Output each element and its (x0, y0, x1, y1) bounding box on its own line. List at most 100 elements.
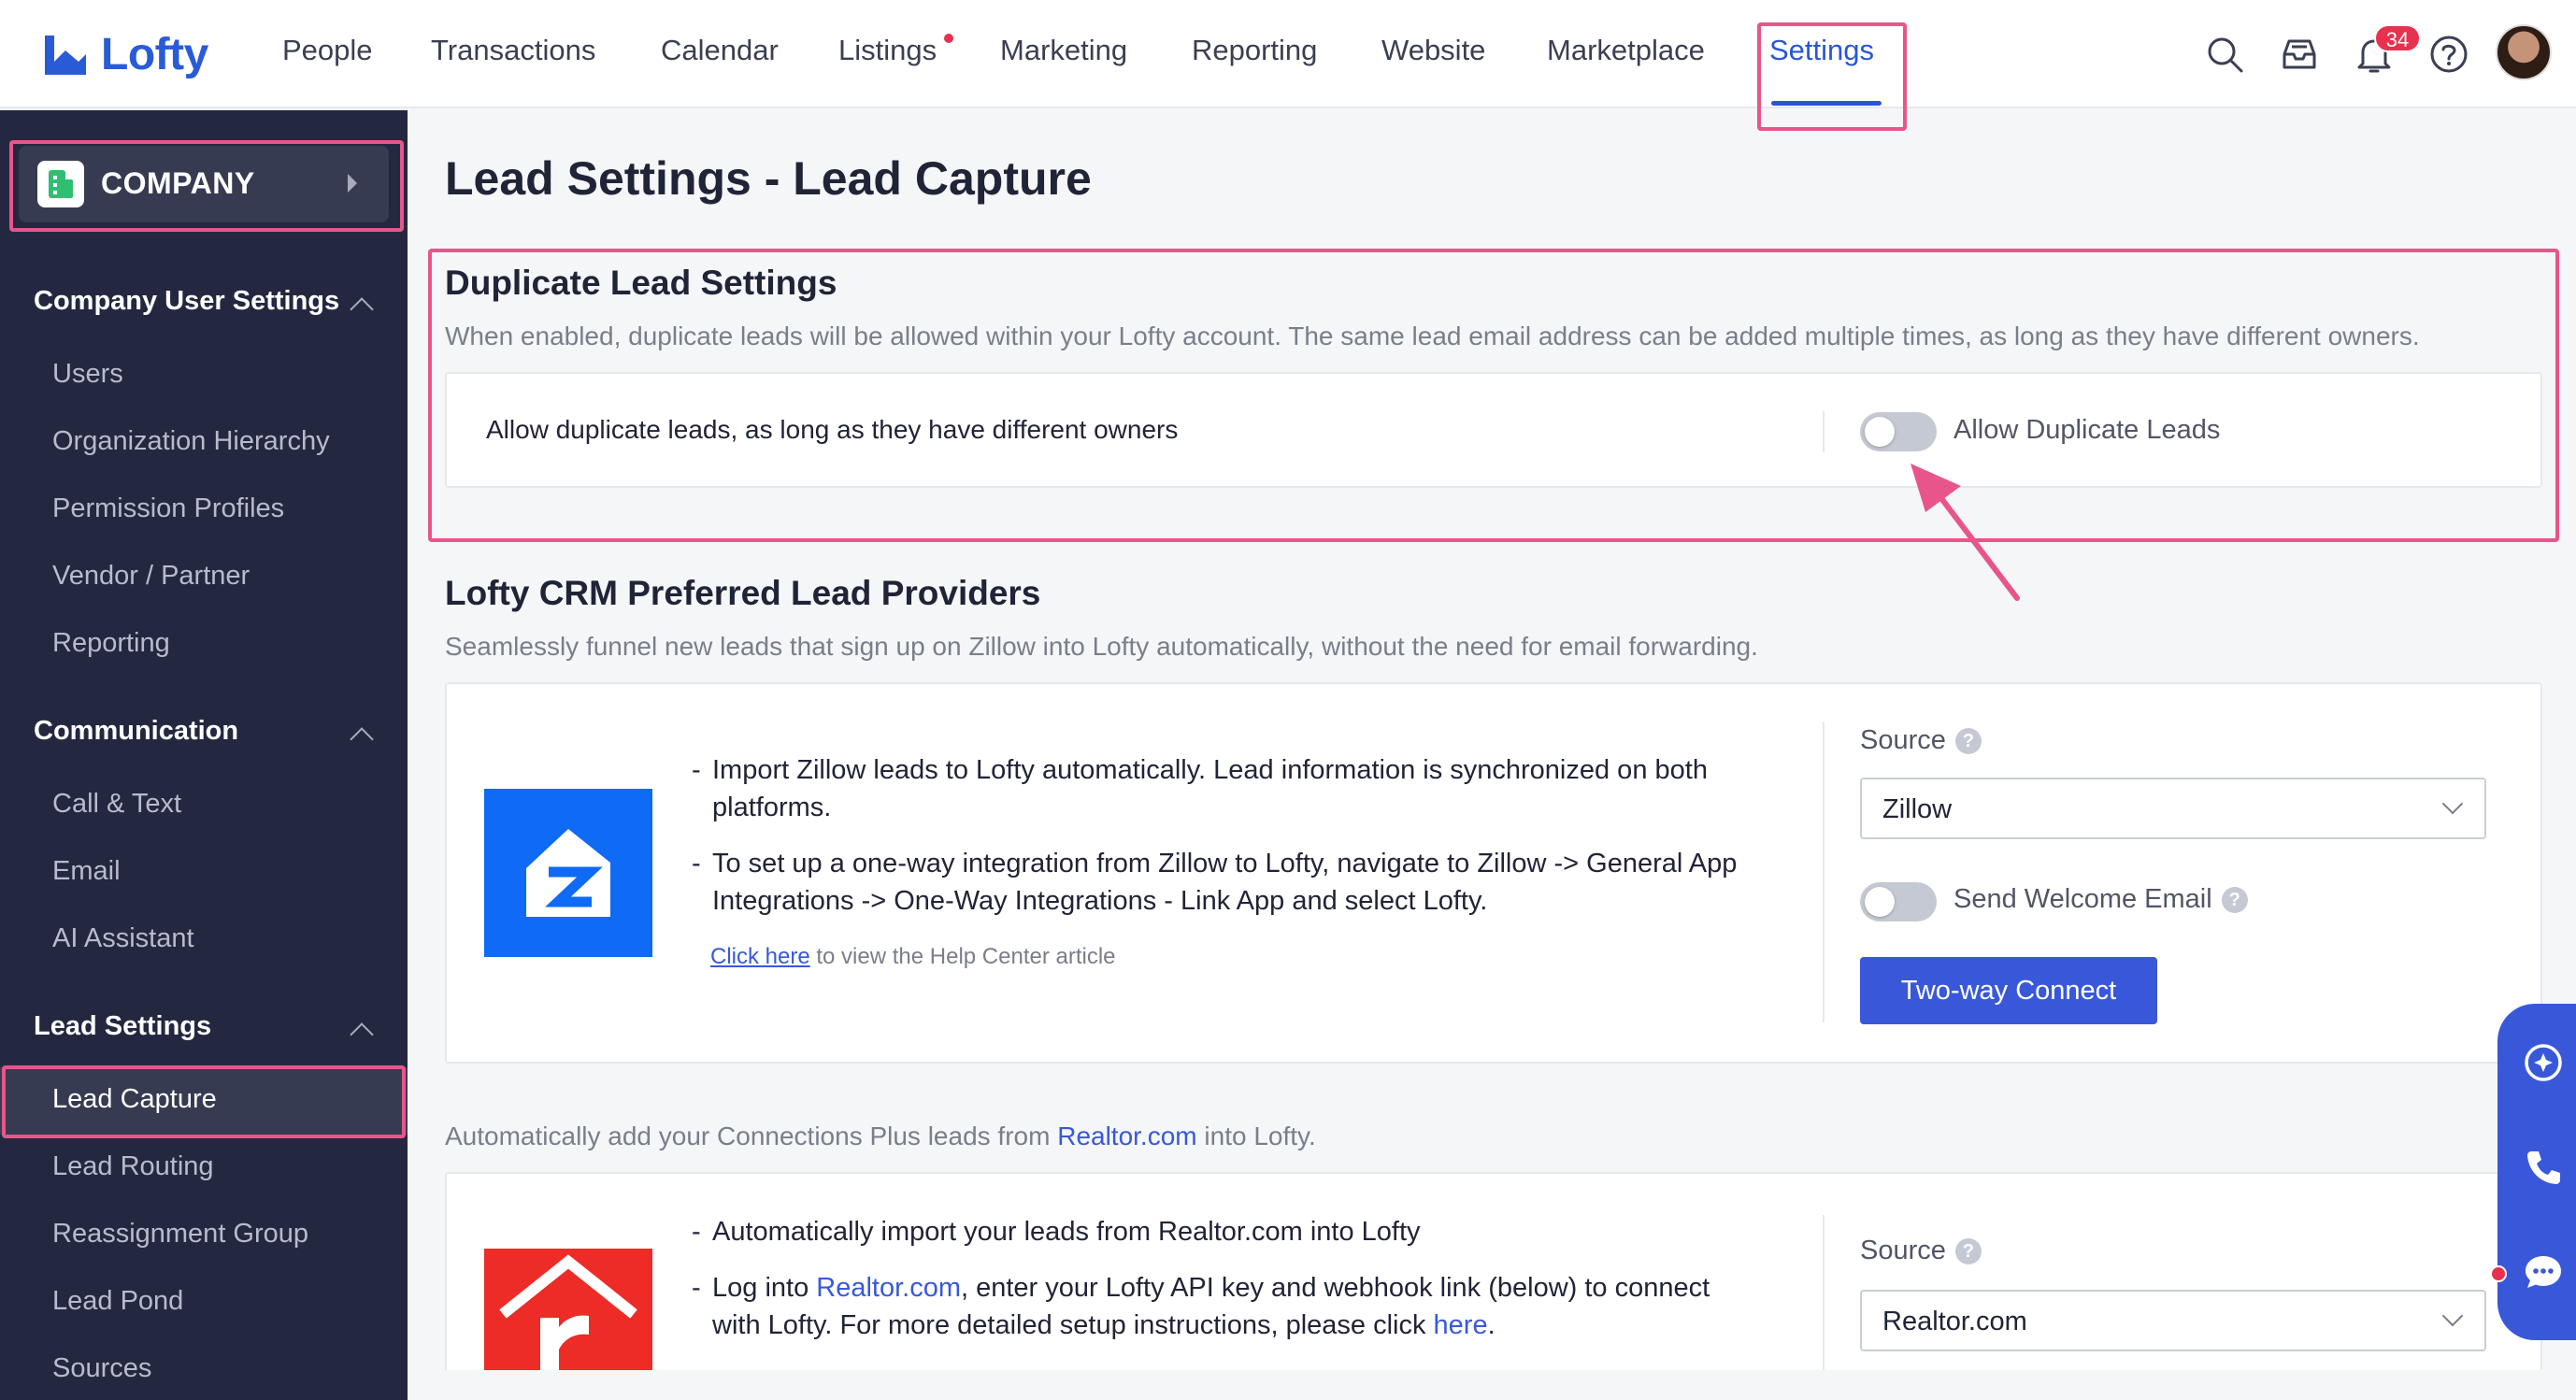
providers-description: Seamlessly funnel new leads that sign up… (445, 632, 1758, 661)
question-circle-icon[interactable]: ? (2221, 887, 2248, 914)
duplicate-settings-title: Duplicate Lead Settings (445, 264, 837, 302)
annotation-arrow (1911, 464, 2020, 601)
realtor-bullet-2-mid: , enter your Lofty API key and webhook l… (961, 1273, 1710, 1303)
realtor-logo (484, 1249, 652, 1370)
realtor-bullet-2-line2: with Lofty. For more detailed setup inst… (712, 1307, 1496, 1344)
chevron-up-icon[interactable] (350, 727, 374, 751)
chevron-up-icon[interactable] (350, 1022, 374, 1047)
zillow-help-line: Click here to view the Help Center artic… (710, 944, 1116, 970)
search-icon[interactable] (2204, 34, 2245, 75)
question-circle-icon[interactable]: ? (1954, 728, 1982, 755)
zillow-help-suffix: to view the Help Center article (816, 944, 1116, 969)
question-circle-icon[interactable]: ? (1954, 1238, 1982, 1265)
realtor-provider-card: - Automatically import your leads from R… (445, 1172, 2542, 1400)
zillow-provider-card: - Import Zillow leads to Lofty automatic… (445, 682, 2542, 1064)
chat-icon[interactable] (2520, 1249, 2567, 1295)
zillow-bullet-2: To set up a one-way integration from Zil… (712, 849, 1738, 916)
nav-listings[interactable]: Listings (838, 34, 937, 67)
settings-sidebar: COMPANY Company User Settings Users Orga… (0, 110, 408, 1400)
sidebar-item-sources[interactable]: Sources (52, 1353, 151, 1384)
sidebar-item-vendor-partner[interactable]: Vendor / Partner (52, 561, 250, 592)
zillow-bullet-1: Import Zillow leads to Lofty automatical… (712, 755, 1708, 822)
nav-marketing[interactable]: Marketing (1000, 34, 1127, 67)
realtor-intro: Automatically add your Connections Plus … (445, 1121, 1316, 1151)
unread-dot (2490, 1265, 2507, 1282)
lofty-logo[interactable]: Lofty (41, 28, 208, 80)
sidebar-item-reassignment-group[interactable]: Reassignment Group (52, 1219, 308, 1250)
help-icon[interactable] (2428, 34, 2469, 75)
chevron-up-icon[interactable] (350, 297, 374, 321)
bullet-dash: - (692, 1273, 701, 1303)
section-communication[interactable]: Communication (34, 716, 238, 747)
nav-transactions[interactable]: Transactions (431, 34, 595, 67)
divider (1823, 721, 1825, 1022)
scroll-clip (408, 1370, 2576, 1400)
listings-notification-dot (944, 34, 953, 43)
duplicate-settings-card: Allow duplicate leads, as long as they h… (445, 372, 2542, 488)
nav-calendar[interactable]: Calendar (661, 34, 779, 67)
realtor-house-icon (499, 1254, 637, 1370)
realtor-bullet-2-line2-text: with Lofty. For more detailed setup inst… (712, 1310, 1426, 1340)
realtor-intro-prefix: Automatically add your Connections Plus … (445, 1121, 1051, 1150)
caret-right-icon (348, 174, 357, 193)
sidebar-item-lead-routing[interactable]: Lead Routing (52, 1151, 214, 1182)
realtor-intro-link[interactable]: Realtor.com (1057, 1121, 1196, 1150)
lofty-logo-text: Lofty (101, 29, 208, 79)
allow-duplicate-leads-label: Allow Duplicate Leads (1953, 415, 2221, 445)
bullet-dash: - (692, 755, 701, 785)
active-tab-indicator (1771, 101, 1882, 106)
zillow-source-label: Source? (1860, 725, 1982, 756)
duplicate-settings-description: When enabled, duplicate leads will be al… (445, 321, 2420, 350)
sidebar-item-organization-hierarchy[interactable]: Organization Hierarchy (52, 426, 330, 457)
sidebar-item-call-text[interactable]: Call & Text (52, 789, 181, 820)
allow-duplicate-leads-toggle[interactable] (1860, 412, 1937, 451)
zillow-source-select[interactable]: Zillow (1860, 778, 2486, 839)
send-welcome-email-toggle[interactable] (1860, 882, 1937, 921)
send-welcome-email-text: Send Welcome Email (1953, 884, 2212, 914)
nav-reporting[interactable]: Reporting (1192, 34, 1317, 67)
send-welcome-email-label: Send Welcome Email? (1953, 884, 2248, 915)
zillow-help-link[interactable]: Click here (710, 944, 810, 969)
sidebar-item-permission-profiles[interactable]: Permission Profiles (52, 493, 284, 524)
realtor-intro-suffix: into Lofty. (1204, 1121, 1316, 1150)
divider (1823, 411, 1825, 452)
section-lead-settings[interactable]: Lead Settings (34, 1011, 211, 1042)
section-company-user-settings[interactable]: Company User Settings (34, 286, 339, 317)
realtor-source-value: Realtor.com (1882, 1307, 2027, 1336)
company-label: COMPANY (101, 166, 255, 200)
providers-title: Lofty CRM Preferred Lead Providers (445, 574, 1041, 612)
sidebar-item-lead-capture[interactable]: Lead Capture (52, 1084, 217, 1115)
zillow-source-label-text: Source (1860, 725, 1946, 755)
bullet-dash: - (692, 1217, 701, 1247)
realtor-source-label: Source? (1860, 1236, 1982, 1266)
realtor-login-link[interactable]: Realtor.com (816, 1273, 961, 1303)
realtor-bullet-2-prefix: Log into (712, 1273, 809, 1303)
zillow-logo (484, 789, 652, 957)
inbox-icon[interactable] (2279, 34, 2320, 75)
two-way-connect-button[interactable]: Two-way Connect (1860, 957, 2157, 1024)
zillow-z-icon (526, 829, 610, 917)
floating-support-panel (2497, 1004, 2576, 1340)
chevron-down-icon (2441, 793, 2464, 815)
sidebar-item-email[interactable]: Email (52, 856, 121, 887)
nav-website[interactable]: Website (1381, 34, 1485, 67)
phone-icon[interactable] (2520, 1144, 2567, 1191)
nav-marketplace[interactable]: Marketplace (1547, 34, 1705, 67)
realtor-instructions-link[interactable]: here (1434, 1310, 1488, 1340)
user-avatar[interactable] (2496, 24, 2552, 80)
assistant-icon[interactable] (2520, 1039, 2567, 1086)
sidebar-item-lead-pond[interactable]: Lead Pond (52, 1286, 183, 1317)
notification-count-badge: 34 (2374, 24, 2421, 52)
zillow-source-value: Zillow (1882, 794, 1953, 824)
sidebar-item-users[interactable]: Users (52, 359, 123, 390)
nav-people[interactable]: People (282, 34, 373, 67)
realtor-source-label-text: Source (1860, 1236, 1946, 1265)
sidebar-item-ai-assistant[interactable]: AI Assistant (52, 923, 194, 954)
nav-settings[interactable]: Settings (1769, 34, 1874, 67)
building-icon (37, 161, 84, 207)
top-navigation-bar: Lofty People Transactions Calendar Listi… (0, 0, 2576, 108)
company-selector-button[interactable]: COMPANY (19, 146, 389, 222)
sidebar-item-reporting[interactable]: Reporting (52, 628, 170, 659)
chevron-down-icon (2441, 1305, 2464, 1327)
realtor-source-select[interactable]: Realtor.com (1860, 1290, 2486, 1351)
